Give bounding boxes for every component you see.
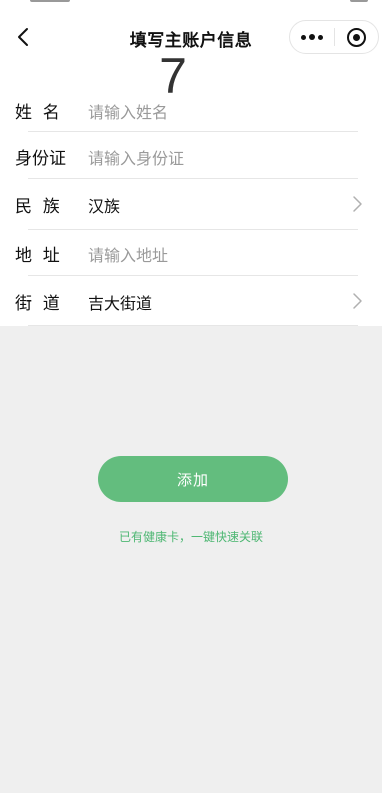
target-circle-icon xyxy=(346,27,366,47)
ethnicity-label: 民 族 xyxy=(15,197,60,217)
row-divider xyxy=(28,325,358,326)
add-button[interactable]: 添加 xyxy=(98,456,288,502)
street-select[interactable]: 吉大街道 xyxy=(88,290,152,314)
name-input[interactable]: 请输入姓名 xyxy=(88,99,168,123)
form-row-name[interactable]: 姓 名 请输入姓名 xyxy=(0,86,382,134)
row-divider xyxy=(28,275,358,276)
id-card-label: 身份证 xyxy=(15,149,66,169)
close-button[interactable] xyxy=(335,21,379,53)
form-row-ethnicity[interactable]: 民 族 汉族 xyxy=(0,180,382,228)
ethnicity-select[interactable]: 汉族 xyxy=(88,193,120,217)
chevron-right-icon xyxy=(353,293,362,309)
mini-program-capsule xyxy=(289,20,379,54)
page-title: 填写主账户信息 xyxy=(129,31,253,51)
more-dots-icon xyxy=(300,34,323,40)
chevron-right-icon xyxy=(353,196,362,212)
form-row-street[interactable]: 街 道 吉大街道 xyxy=(0,277,382,325)
status-bar-time xyxy=(30,0,70,2)
name-label: 姓 名 xyxy=(15,103,60,123)
id-card-input[interactable]: 请输入身份证 xyxy=(88,145,184,169)
back-button[interactable] xyxy=(12,25,34,49)
link-health-card[interactable]: 已有健康卡，一键快速关联 xyxy=(0,528,382,545)
status-bar-battery xyxy=(350,0,368,2)
street-label: 街 道 xyxy=(15,294,60,314)
address-input[interactable]: 请输入地址 xyxy=(88,242,168,266)
more-button[interactable] xyxy=(290,21,334,53)
form-row-id-card[interactable]: 身份证 请输入身份证 xyxy=(0,132,382,180)
address-label: 地 址 xyxy=(15,246,60,266)
row-divider xyxy=(28,178,358,179)
chevron-left-icon xyxy=(18,28,28,46)
form-row-address[interactable]: 地 址 请输入地址 xyxy=(0,229,382,277)
